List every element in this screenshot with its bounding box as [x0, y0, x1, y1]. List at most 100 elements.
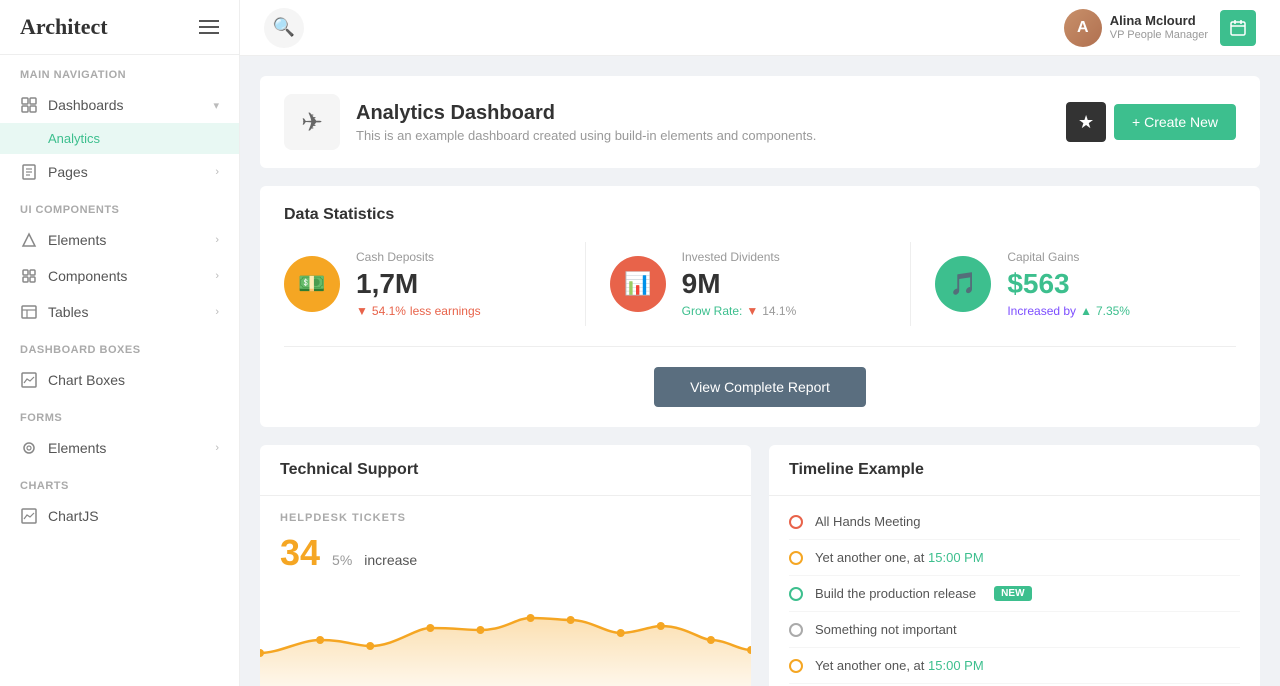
sidebar-item-dashboards[interactable]: Dashboards ▾: [0, 87, 239, 123]
sidebar-item-tables[interactable]: Tables ›: [0, 294, 239, 330]
nav-section-forms: FORMS: [0, 398, 239, 430]
nav-section-ui: UI COMPONENTS: [0, 190, 239, 222]
avatar: A: [1064, 9, 1102, 47]
sidebar-item-dashboards-label: Dashboards: [48, 97, 124, 113]
chevron-down-icon: ▾: [213, 99, 219, 112]
sidebar-item-chart-boxes[interactable]: Chart Boxes: [0, 362, 239, 398]
bottom-row: Technical Support HELPDESK TICKETS 34 5%…: [260, 445, 1260, 686]
sidebar-item-forms-elements[interactable]: Elements ›: [0, 430, 239, 466]
stat-label-capital: Capital Gains: [1007, 250, 1130, 264]
timeline-item-1: All Hands Meeting: [789, 504, 1240, 540]
chart-dot: [366, 642, 374, 650]
sidebar-item-tables-label: Tables: [48, 304, 88, 320]
stat-prefix-capital: Increased by: [1007, 304, 1076, 318]
sidebar-item-components[interactable]: Components ›: [0, 258, 239, 294]
tl-dot-yellow: [789, 551, 803, 565]
favorite-button[interactable]: ★: [1066, 102, 1106, 142]
timeline-item-4: Something not important: [789, 612, 1240, 648]
chevron-right-icon: ›: [215, 234, 219, 246]
page-header-text: Analytics Dashboard This is an example d…: [356, 102, 816, 143]
chartjs-icon: [20, 507, 38, 525]
helpdesk-pct: 5%: [332, 552, 352, 568]
pages-icon: [20, 163, 38, 181]
stat-info-invested: Invested Dividents 9M Grow Rate: ▼ 14.1%: [682, 250, 797, 318]
stat-meta-cash: ▼ 54.1% less earnings: [356, 304, 481, 318]
page-header-actions: ★ + Create New: [1066, 102, 1236, 142]
tl-text-3: Build the production release: [815, 586, 976, 601]
tl-dot-yellow-2: [789, 659, 803, 673]
sidebar-logo: Architect: [0, 0, 239, 55]
area-chart-svg: [260, 598, 751, 686]
arrow-down-icon: ▼: [356, 304, 368, 318]
nav-section-main: MAIN NAVIGATION: [0, 55, 239, 87]
timeline-title: Timeline Example: [769, 445, 1260, 496]
tl-text-5: Yet another one, at 15:00 PM: [815, 658, 984, 673]
view-complete-report-button[interactable]: View Complete Report: [654, 367, 866, 407]
stat-item-capital: 🎵 Capital Gains $563 Increased by ▲ 7.35…: [911, 242, 1236, 326]
stat-info-capital: Capital Gains $563 Increased by ▲ 7.35%: [1007, 250, 1130, 318]
sidebar-item-chartjs[interactable]: ChartJS: [0, 498, 239, 534]
timeline-list: All Hands Meeting Yet another one, at 15…: [769, 496, 1260, 686]
chart-dot: [316, 636, 324, 644]
arrow-down-icon-2: ▼: [746, 304, 758, 318]
chevron-right-icon: ›: [215, 270, 219, 282]
timeline-card: Timeline Example All Hands Meeting Yet a…: [769, 445, 1260, 686]
user-profile[interactable]: A Alina Mclourd VP People Manager: [1064, 9, 1208, 47]
nav-section-charts: CHARTS: [0, 466, 239, 498]
timeline-item-2: Yet another one, at 15:00 PM: [789, 540, 1240, 576]
sidebar-subitem-analytics[interactable]: Analytics: [0, 123, 239, 154]
sidebar-item-components-label: Components: [48, 268, 127, 284]
stat-item-invested: 📊 Invested Dividents 9M Grow Rate: ▼ 14.…: [586, 242, 912, 326]
tech-content: HELPDESK TICKETS 34 5% increase: [260, 496, 751, 598]
arrow-up-icon: ▲: [1080, 304, 1092, 318]
calendar-button[interactable]: [1220, 10, 1256, 46]
chevron-right-icon: ›: [215, 166, 219, 178]
user-role: VP People Manager: [1110, 29, 1208, 42]
chartboxes-icon: [20, 371, 38, 389]
helpdesk-number: 34: [280, 532, 320, 574]
sidebar: Architect MAIN NAVIGATION Dashboards ▾ A…: [0, 0, 240, 686]
elements-icon: [20, 231, 38, 249]
tables-icon: [20, 303, 38, 321]
page-header-left: ✈ Analytics Dashboard This is an example…: [284, 94, 816, 150]
stat-icon-invested: 📊: [610, 256, 666, 312]
stat-value-capital: $563: [1007, 268, 1130, 300]
nav-section-dashboxes: DASHBOARD BOXES: [0, 330, 239, 362]
stats-row: 💵 Cash Deposits 1,7M ▼ 54.1% less earnin…: [284, 242, 1236, 326]
chevron-right-icon: ›: [215, 306, 219, 318]
tl-time-5: 15:00 PM: [928, 658, 984, 673]
timeline-item-5: Yet another one, at 15:00 PM: [789, 648, 1240, 684]
page-header-icon: ✈: [284, 94, 340, 150]
stat-pct-invested: 14.1%: [762, 304, 796, 318]
view-report-row: View Complete Report: [284, 346, 1236, 407]
stat-label-invested: Invested Dividents: [682, 250, 797, 264]
create-new-button[interactable]: + Create New: [1114, 104, 1236, 140]
chart-dot: [567, 616, 575, 624]
technical-support-card: Technical Support HELPDESK TICKETS 34 5%…: [260, 445, 751, 686]
stat-item-cash: 💵 Cash Deposits 1,7M ▼ 54.1% less earnin…: [284, 242, 586, 326]
topbar: 🔍 A Alina Mclourd VP People Manager: [240, 0, 1280, 56]
tl-dot-gray: [789, 623, 803, 637]
sidebar-item-pages[interactable]: Pages ›: [0, 154, 239, 190]
search-button[interactable]: 🔍: [264, 8, 304, 48]
main-content: ✈ Analytics Dashboard This is an example…: [240, 56, 1280, 686]
timeline-item-3: Build the production release NEW: [789, 576, 1240, 612]
user-info: Alina Mclourd VP People Manager: [1110, 13, 1208, 42]
stat-label-cash: Cash Deposits: [356, 250, 481, 264]
tech-support-title: Technical Support: [260, 445, 751, 496]
avatar-image: A: [1064, 9, 1102, 47]
tech-num-row: 34 5% increase: [280, 532, 731, 574]
chevron-right-icon: ›: [215, 442, 219, 454]
sidebar-item-chart-boxes-label: Chart Boxes: [48, 372, 125, 388]
chart-dot: [657, 622, 665, 630]
tl-dot-red: [789, 515, 803, 529]
tl-text-2: Yet another one, at 15:00 PM: [815, 550, 984, 565]
sidebar-item-elements[interactable]: Elements ›: [0, 222, 239, 258]
app-logo: Architect: [20, 14, 108, 40]
helpdesk-label: HELPDESK TICKETS: [280, 512, 731, 524]
chart-dot: [527, 614, 535, 622]
sidebar-item-forms-elements-label: Elements: [48, 440, 106, 456]
page-header: ✈ Analytics Dashboard This is an example…: [260, 76, 1260, 168]
hamburger-menu[interactable]: [199, 20, 219, 34]
chart-dot: [426, 624, 434, 632]
